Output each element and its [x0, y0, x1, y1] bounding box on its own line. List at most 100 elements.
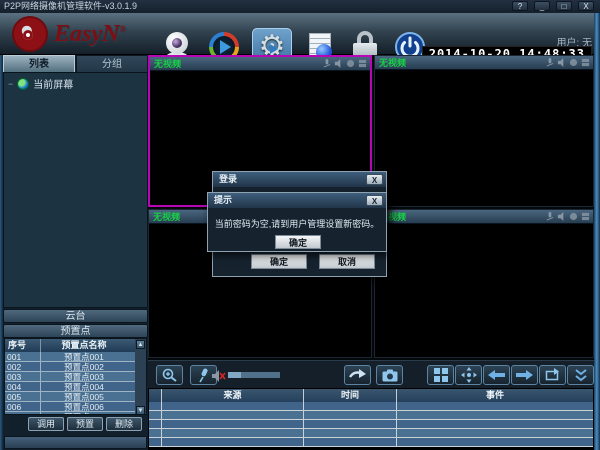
event-col-event: 事件 [397, 389, 593, 402]
device-tree: − 当前屏幕 [3, 72, 148, 308]
volume-slider[interactable] [228, 372, 280, 378]
capture-button[interactable] [376, 365, 403, 385]
record-icon[interactable] [346, 59, 355, 68]
talk-icon[interactable] [322, 59, 331, 68]
sidebar-footer-bar [4, 436, 147, 449]
easyn-logo-icon [12, 16, 48, 52]
set-preset-button[interactable]: 预置 [67, 417, 103, 431]
table-row[interactable]: 004预置点004 [5, 382, 146, 392]
brand-name: EasyN® [54, 21, 126, 48]
zoom-button[interactable] [156, 365, 183, 385]
record-icon[interactable] [569, 212, 578, 221]
gear-play-icon [270, 44, 278, 54]
close-icon[interactable]: X [366, 195, 383, 206]
preset-rows: 001预置点001 002预置点002 003预置点003 004预置点004 … [5, 352, 146, 415]
globe-icon [17, 78, 29, 90]
audio-icon[interactable] [557, 212, 566, 221]
tip-dialog-titlebar: 提示 X [208, 193, 386, 208]
talk-icon[interactable] [545, 212, 554, 221]
arrow-left-icon [488, 370, 505, 380]
minimize-button[interactable]: _ [534, 1, 550, 11]
window-title: P2P网络摄像机管理软件-v3.0.1.9 [4, 1, 137, 11]
table-row [149, 411, 593, 420]
tip-ok-button[interactable]: 确定 [275, 235, 321, 249]
login-dialog-title: 登录 [219, 174, 237, 184]
collapse-button[interactable] [567, 365, 594, 385]
camera-icon [382, 369, 398, 382]
fullscreen-button[interactable] [455, 365, 482, 385]
control-toolbar [148, 360, 594, 388]
event-col-time: 时间 [304, 389, 397, 402]
scroll-down-icon[interactable]: ▼ [136, 406, 145, 415]
table-row[interactable]: 003预置点003 [5, 372, 146, 382]
titlebar: P2P网络摄像机管理软件-v3.0.1.9 ? _ □ X [0, 0, 600, 13]
tree-item-current-screen[interactable]: − 当前屏幕 [4, 73, 147, 91]
registered-mark: ® [119, 24, 126, 34]
no-video-label: 无视频 [375, 210, 545, 223]
table-row[interactable]: 005预置点005 [5, 392, 146, 402]
volume-slider-fill [228, 372, 241, 378]
tree-item-label: 当前屏幕 [33, 76, 73, 91]
table-row[interactable]: 006预置点006 [5, 402, 146, 412]
event-col-source: 来源 [162, 389, 304, 402]
arrow-right-icon [516, 370, 533, 380]
window-controls: ? _ □ X [512, 1, 594, 11]
snapshot-arrow-button[interactable] [344, 365, 371, 385]
preset-scrollbar[interactable]: ▲ ▼ [135, 339, 146, 415]
call-preset-button[interactable]: 调用 [28, 417, 64, 431]
tree-expander[interactable]: − [8, 79, 13, 89]
display-icon[interactable] [581, 58, 590, 67]
event-col-blank [149, 389, 162, 402]
preset-table: 序号 预置点名称 001预置点001 002预置点002 003预置点003 0… [4, 338, 147, 415]
event-table: 来源 时间 事件 [148, 388, 594, 448]
video-panel-4[interactable]: 无视频 [374, 209, 594, 358]
delete-preset-button[interactable]: 删除 [106, 417, 142, 431]
video-panel-header: 无视频 [150, 57, 370, 71]
cycle-button[interactable] [539, 365, 566, 385]
audio-icon[interactable] [557, 58, 566, 67]
video-panel-header: 无视频 [375, 56, 593, 70]
maximize-button[interactable]: □ [556, 1, 572, 11]
next-button[interactable] [511, 365, 538, 385]
display-icon[interactable] [581, 212, 590, 221]
audio-icon[interactable] [334, 59, 343, 68]
no-video-label: 无视频 [375, 56, 545, 69]
sidebar: 列表 分组 − 当前屏幕 云台 预置点 序号 预置点名称 001预置点001 0… [3, 55, 148, 450]
table-row[interactable]: 007预置点007 [5, 412, 146, 415]
prev-button[interactable] [483, 365, 510, 385]
record-icon[interactable] [569, 58, 578, 67]
tip-message: 当前密码为空,请到用户管理设置新密码。 [208, 217, 386, 230]
display-icon[interactable] [358, 59, 367, 68]
preset-panel-button[interactable]: 预置点 [3, 324, 148, 338]
table-row[interactable]: 002预置点002 [5, 362, 146, 372]
login-cancel-button[interactable]: 取消 [319, 254, 375, 269]
tip-dialog-title: 提示 [214, 195, 232, 205]
tab-group[interactable]: 分组 [76, 55, 148, 72]
close-button[interactable]: X [578, 1, 594, 11]
header-bar: EasyN® ⚙ 用户: 无 2014-10-20 14:48:33 [0, 13, 600, 55]
double-chevron-down-icon [575, 369, 587, 382]
close-icon[interactable]: X [366, 174, 383, 185]
tip-dialog: 提示 X 当前密码为空,请到用户管理设置新密码。 确定 [207, 192, 387, 252]
login-ok-button[interactable]: 确定 [251, 254, 307, 269]
magnifier-icon [162, 368, 178, 382]
table-row [149, 438, 593, 447]
table-row [149, 402, 593, 411]
microphone-icon [197, 368, 211, 383]
help-button[interactable]: ? [512, 1, 528, 11]
no-video-label: 无视频 [150, 57, 322, 70]
scroll-up-icon[interactable]: ▲ [136, 340, 145, 349]
layout-grid-button[interactable] [427, 365, 454, 385]
ptz-panel-button[interactable]: 云台 [3, 309, 148, 323]
mute-speaker-icon[interactable] [212, 370, 226, 382]
talk-icon[interactable] [545, 58, 554, 67]
video-panel-2[interactable]: 无视频 [374, 55, 594, 207]
login-dialog-titlebar: 登录 X [213, 172, 386, 187]
table-row [149, 429, 593, 438]
table-row[interactable]: 001预置点001 [5, 352, 146, 362]
window-right-frame [594, 13, 600, 450]
preset-table-header: 序号 预置点名称 [5, 339, 146, 352]
tab-list[interactable]: 列表 [3, 55, 75, 72]
video-panel-header: 无视频 [375, 210, 593, 224]
pan-icon [461, 367, 477, 383]
